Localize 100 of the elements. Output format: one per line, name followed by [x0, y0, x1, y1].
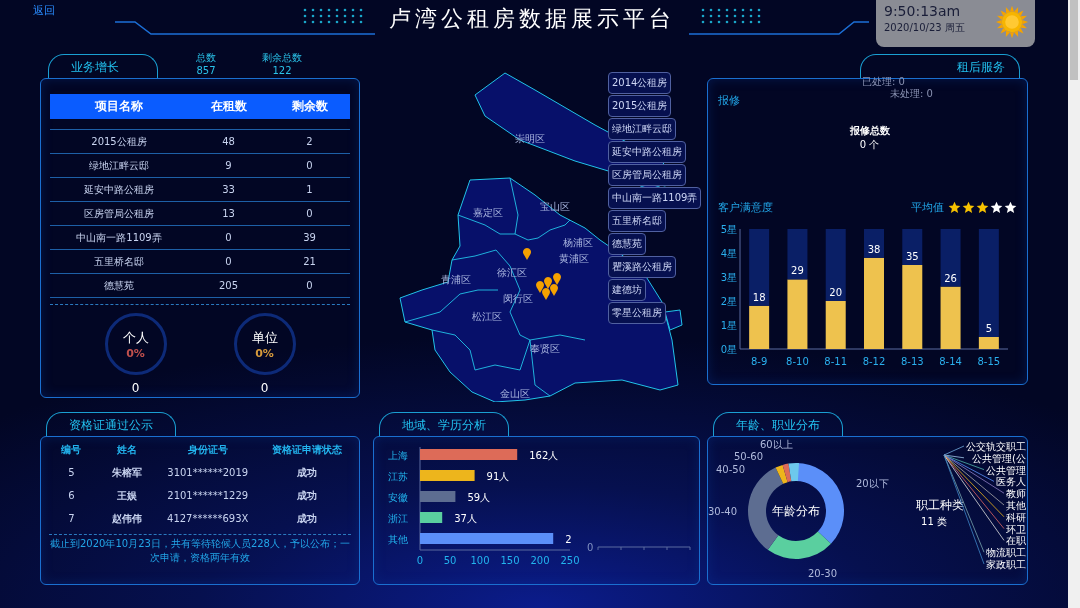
- average-label: 平均值: [911, 200, 944, 215]
- repair-total-label: 报修总数: [849, 124, 890, 138]
- table-cell-text: 0: [305, 280, 314, 291]
- bar-value-label: 20: [829, 287, 843, 298]
- processed-count: 已处理: 0: [862, 75, 905, 88]
- segment-label: 50-60: [734, 451, 764, 462]
- job-label: 公交轨交职工: [966, 441, 1026, 452]
- gauge-count: 0: [131, 381, 140, 395]
- axis-tick-label: 8-10: [786, 356, 809, 367]
- table-cell-text: 3101******2019: [166, 466, 250, 480]
- table-cell-text: 205: [217, 280, 240, 291]
- unprocessed-count: 未处理: 0: [890, 87, 933, 101]
- table-cell-text: 成功: [295, 512, 318, 526]
- legend-item[interactable]: 建德坊: [608, 279, 646, 301]
- table-cell-text: 2101******1229: [166, 489, 250, 503]
- star-icon: [976, 201, 989, 214]
- star-icon: [1004, 201, 1017, 214]
- legend-item[interactable]: 2014公租房: [608, 72, 672, 94]
- legend-item[interactable]: 瞿溪路公租房: [608, 256, 676, 278]
- axis-tick-label: 250: [560, 555, 580, 566]
- segment-label: 20-30: [808, 568, 838, 579]
- legend-item[interactable]: 五里桥名邸: [608, 210, 666, 232]
- axis-tick-label: 0星: [720, 344, 737, 355]
- column-header: 在租数: [209, 98, 248, 115]
- table-cell-text: 0: [224, 232, 233, 243]
- sun-icon: [995, 5, 1029, 39]
- legend-item[interactable]: 2015公租房: [608, 95, 672, 117]
- bar: [420, 491, 456, 502]
- bar: [787, 229, 808, 280]
- table-cell-text: 21: [302, 256, 317, 267]
- axis-tick-label: 上海: [388, 450, 408, 461]
- segment-label: 20以下: [856, 478, 889, 489]
- bar-value-label: 18: [752, 291, 766, 303]
- table-cell-text: 区房管局公租房: [83, 206, 155, 221]
- table-cell-text: 2: [305, 136, 314, 147]
- total-label: 总数: [196, 51, 216, 64]
- axis-tick-label: 8-15: [977, 356, 1001, 367]
- gauge-percent: 0%: [126, 346, 145, 360]
- table-cell-text: 39: [302, 232, 317, 243]
- bar-value-label: 26: [944, 272, 957, 284]
- table-cell-text: 6: [67, 489, 76, 503]
- back-link[interactable]: 返回: [33, 3, 55, 17]
- table-cell-text: 王娱: [116, 489, 139, 503]
- legend-item[interactable]: 延安中路公租房: [608, 141, 686, 163]
- table-cell-text: 0: [305, 208, 314, 219]
- table-cell-text: 5: [67, 466, 76, 480]
- axis-tick-label: 3星: [720, 272, 737, 283]
- legend-item[interactable]: 德慧苑: [608, 233, 646, 255]
- legend-item[interactable]: 区房管局公租房: [608, 164, 686, 186]
- legend-item[interactable]: 绿地江畔云邸: [608, 118, 676, 140]
- table-cell-text: 9: [224, 160, 233, 171]
- bar-value-label: 38: [867, 243, 881, 255]
- table-cell-text: 2015公租房: [90, 134, 148, 149]
- table-cell-text: 成功: [295, 489, 318, 503]
- clock-date: 2020/10/23 周五: [884, 21, 965, 35]
- bar-value-label: 59人: [467, 492, 491, 503]
- axis-tick-label: 浙江: [388, 513, 408, 524]
- section-title: 客户满意度: [718, 200, 773, 215]
- bar-value-label: 37人: [454, 513, 477, 524]
- bar: [940, 229, 961, 287]
- column-header: 剩余数: [290, 98, 329, 115]
- total-value: 857: [196, 64, 216, 77]
- axis-tick-label: 8-9: [750, 356, 768, 367]
- legend-item[interactable]: 零星公租房: [608, 302, 666, 324]
- bar-value-label: 5: [985, 323, 993, 334]
- axis-tick-label: 2星: [720, 296, 737, 307]
- job-label: 其他: [1006, 500, 1026, 511]
- bar-value-label: 29: [791, 265, 804, 277]
- axis-tick-label: 4星: [720, 248, 737, 259]
- legend-item[interactable]: 中山南一路1109弄: [608, 187, 702, 209]
- bar: [420, 512, 443, 523]
- gauge-count: 0: [260, 381, 269, 395]
- table-cell-text: 延安中路公租房: [83, 182, 155, 197]
- column-header: 资格证申请状态: [270, 443, 343, 457]
- column-header: 项目名称: [94, 98, 144, 115]
- axis-tick-label: 江苏: [388, 471, 408, 482]
- table-cell-text: 朱榕军: [111, 466, 144, 480]
- job-label: 科研: [1006, 511, 1026, 523]
- bar: [420, 470, 475, 481]
- axis-tick-label: 150: [500, 555, 520, 566]
- donut-center-label: 年龄分布: [772, 504, 820, 518]
- segment-label: 40-50: [716, 464, 746, 475]
- star-icon: [948, 201, 961, 214]
- axis-tick-label: 8-13: [900, 356, 924, 367]
- total-label: 剩余总数: [262, 51, 302, 64]
- table-cell-text: 33: [221, 184, 236, 195]
- table-cell-text: 13: [221, 208, 236, 219]
- axis-tick-label: 50: [443, 555, 457, 566]
- star-icon: [990, 201, 1003, 214]
- axis-tick-label: 8-12: [862, 356, 886, 367]
- axis-tick-label: 1星: [720, 320, 737, 331]
- bar-value-label: 162人: [529, 450, 559, 461]
- jobs-count: 11 类: [921, 516, 947, 527]
- repair-total-value: 0 个: [859, 138, 880, 152]
- job-label: 环卫: [1006, 523, 1026, 535]
- gauge-label: 单位: [251, 328, 278, 347]
- scrollbar[interactable]: [1068, 0, 1080, 608]
- bar-value-label: 35: [905, 251, 919, 262]
- job-label: 教师: [1006, 488, 1026, 500]
- axis-tick-label: 200: [530, 555, 550, 566]
